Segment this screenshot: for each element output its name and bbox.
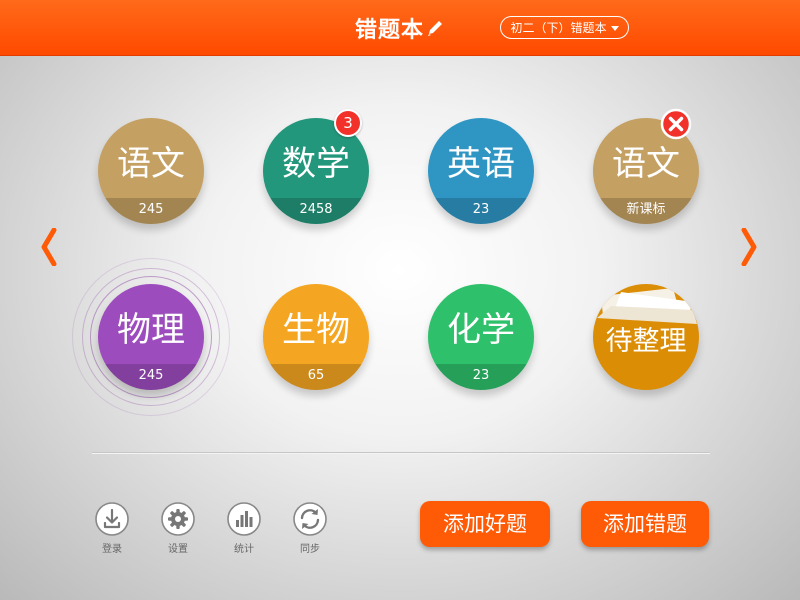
subject-name: 语文 bbox=[612, 144, 680, 184]
bar-chart-icon bbox=[227, 502, 261, 536]
download-icon bbox=[95, 502, 129, 536]
subject-english[interactable]: 英语 23 bbox=[428, 118, 534, 224]
subject-biology[interactable]: 生物 65 bbox=[263, 284, 369, 390]
subject-name: 英语 bbox=[447, 144, 515, 184]
login-button[interactable]: 登录 bbox=[92, 501, 132, 555]
math-notification-badge: 3 bbox=[334, 109, 362, 137]
add-wrong-question-button[interactable]: 添加错题 bbox=[581, 501, 709, 547]
subject-name: 物理 bbox=[117, 310, 185, 350]
subject-chemistry[interactable]: 化学 23 bbox=[428, 284, 534, 390]
subject-count: 245 bbox=[98, 198, 204, 224]
subject-name: 待整理 bbox=[605, 326, 687, 357]
subject-name: 语文 bbox=[117, 144, 185, 184]
settings-label: 设置 bbox=[168, 544, 188, 555]
chevron-right-icon[interactable] bbox=[740, 228, 760, 266]
book-select-label: 初二（下）错题本 bbox=[510, 21, 607, 35]
sync-button[interactable]: 同步 bbox=[290, 501, 330, 555]
add-good-question-button[interactable]: 添加好题 bbox=[420, 501, 550, 547]
subject-physics[interactable]: 物理 245 bbox=[98, 284, 204, 390]
pencil-icon bbox=[428, 21, 443, 36]
login-label: 登录 bbox=[102, 544, 122, 555]
subject-count: 245 bbox=[98, 364, 204, 390]
subject-count: 65 bbox=[263, 364, 369, 390]
app-title: 错题本 bbox=[355, 12, 444, 44]
subject-name: 化学 bbox=[447, 310, 515, 350]
stats-button[interactable]: 统计 bbox=[224, 501, 264, 555]
app-title-text: 错题本 bbox=[355, 18, 425, 43]
header-bar: 错题本 初二（下）错题本 bbox=[0, 0, 800, 56]
sync-icon bbox=[293, 502, 327, 536]
subject-chinese[interactable]: 语文 245 bbox=[98, 118, 204, 224]
sync-label: 同步 bbox=[300, 544, 320, 555]
subject-name: 数学 bbox=[282, 144, 350, 184]
subject-count: 2458 bbox=[263, 198, 369, 224]
delete-icon[interactable] bbox=[660, 108, 692, 140]
gear-icon bbox=[161, 502, 195, 536]
divider bbox=[92, 452, 710, 454]
subject-count: 23 bbox=[428, 198, 534, 224]
chevron-left-icon[interactable] bbox=[38, 228, 58, 266]
subject-count: 23 bbox=[428, 364, 534, 390]
book-select-dropdown[interactable]: 初二（下）错题本 bbox=[500, 16, 629, 39]
subject-name: 生物 bbox=[282, 310, 350, 350]
stats-label: 统计 bbox=[234, 544, 254, 555]
subject-unsorted[interactable]: 待整理 bbox=[593, 284, 699, 390]
subject-count: 新课标 bbox=[593, 198, 699, 224]
settings-button[interactable]: 设置 bbox=[158, 501, 198, 555]
chevron-down-icon bbox=[610, 26, 619, 31]
